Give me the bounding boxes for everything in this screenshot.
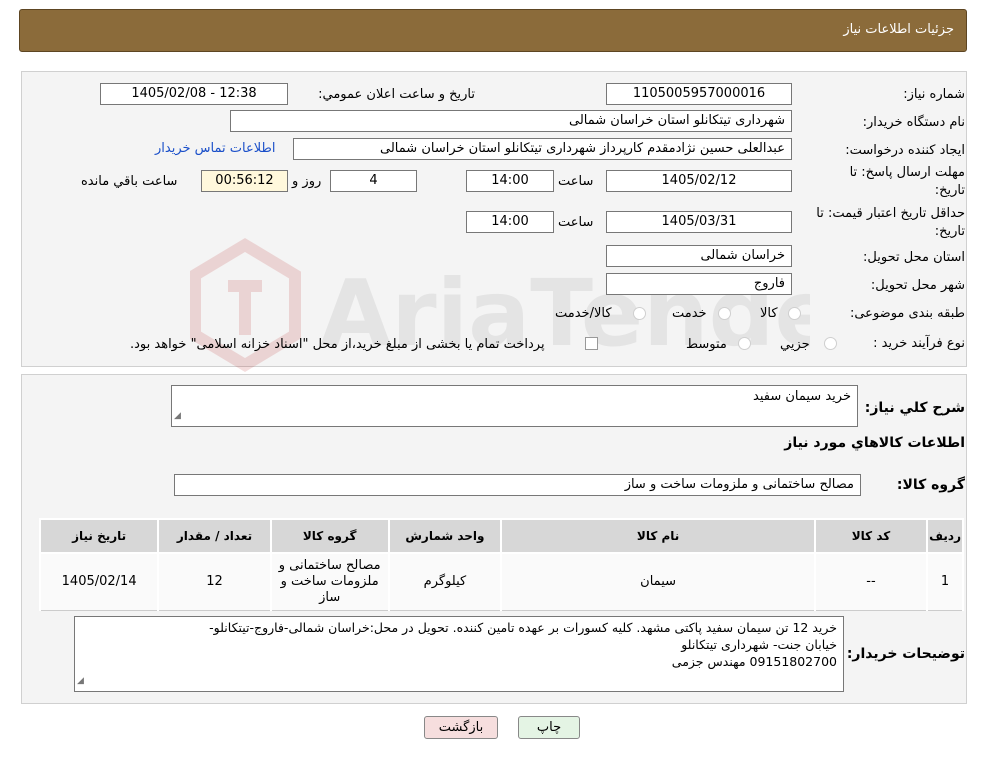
category-goods-service-label: کالا/خدمت: [555, 306, 612, 321]
page-header: جزئیات اطلاعات نیاز: [19, 9, 967, 52]
treasury-note: پرداخت تمام يا بخشی از مبلغ خريد،از محل …: [130, 337, 545, 352]
category-goods-label: کالا: [760, 306, 778, 321]
description-text: خرید سیمان سفید: [753, 389, 851, 404]
creator-label: ايجاد کننده درخواست:: [845, 143, 965, 158]
category-service-radio[interactable]: [718, 307, 731, 320]
page-title: جزئیات اطلاعات نیاز: [843, 22, 954, 37]
category-goods-radio[interactable]: [788, 307, 801, 320]
city-label: شهر محل تحويل:: [870, 278, 965, 293]
remaining-time-field: 00:56:12: [201, 170, 288, 192]
process-medium-radio[interactable]: [738, 337, 751, 350]
buyer-notes-textarea[interactable]: خرید 12 تن سیمان سفید پاکتی مشهد. کلیه ک…: [74, 616, 844, 692]
deadline-time-label: ساعت: [558, 174, 594, 189]
announce-datetime-field: 1405/02/08 - 12:38: [100, 83, 288, 105]
treasury-checkbox[interactable]: [585, 337, 598, 350]
row-name: سیمان: [500, 552, 816, 611]
process-medium-label: متوسط: [686, 337, 727, 352]
process-minor-label: جزيي: [780, 337, 810, 352]
goods-group-field: مصالح ساختمانی و ملزومات ساخت و ساز: [174, 474, 861, 496]
back-button[interactable]: بازگشت: [424, 716, 498, 739]
buyer-org-label: نام دستگاه خريدار:: [862, 115, 965, 130]
province-field: خراسان شمالی: [606, 245, 792, 267]
row-group: مصالح ساختمانی و ملزومات ساخت و ساز: [269, 552, 390, 611]
process-type-label: نوع فرآيند خريد :: [873, 336, 965, 351]
table-header-row: رديف کد کالا نام کالا واحد شمارش گروه کا…: [38, 518, 964, 554]
category-label: طبقه بندی موضوعی:: [849, 306, 965, 321]
col-code-header: کد کالا: [813, 518, 929, 554]
description-label: شرح کلي نياز:: [864, 400, 965, 416]
buyer-org-field: شهرداری تیتکانلو استان خراسان شمالی: [230, 110, 792, 132]
goods-group-label: گروه کالا:: [896, 477, 965, 493]
resize-grip-icon[interactable]: ◢: [174, 408, 181, 425]
city-field: فاروج: [606, 273, 792, 295]
remaining-time-label: ساعت باقي مانده: [81, 174, 178, 189]
need-number-field: 1105005957000016: [606, 83, 792, 105]
row-index: 1: [926, 552, 964, 611]
category-service-label: خدمت: [672, 306, 707, 321]
process-minor-radio[interactable]: [824, 337, 837, 350]
buyer-notes-label: توضيحات خريدار:: [846, 646, 965, 662]
col-date-header: تاريخ نياز: [38, 518, 160, 554]
category-goods-service-radio[interactable]: [633, 307, 646, 320]
need-number-label: شماره نیاز:: [903, 87, 965, 102]
resize-grip-icon[interactable]: ◢: [77, 673, 84, 690]
buyer-notes-line-2: خیابان جنت- شهرداری تیتکانلو: [681, 637, 837, 652]
row-qty: 12: [157, 552, 272, 611]
row-unit: کیلوگرم: [387, 552, 503, 611]
col-qty-header: تعداد / مقدار: [157, 518, 272, 554]
deadline-date-field: 1405/02/12: [606, 170, 792, 192]
row-date: 1405/02/14: [38, 552, 160, 611]
buyer-notes-line-1: خرید 12 تن سیمان سفید پاکتی مشهد. کلیه ک…: [209, 620, 837, 635]
col-name-header: نام کالا: [500, 518, 816, 554]
col-unit-header: واحد شمارش: [387, 518, 503, 554]
deadline-label: مهلت ارسال پاسخ: تا تاريخ:: [849, 165, 965, 198]
days-label: روز و: [292, 174, 322, 189]
items-table: رديف کد کالا نام کالا واحد شمارش گروه کا…: [38, 518, 964, 611]
print-button[interactable]: چاپ: [518, 716, 580, 739]
province-label: استان محل تحويل:: [863, 250, 965, 265]
announce-label: تاريخ و ساعت اعلان عمومي:: [318, 87, 475, 102]
price-validity-time-field: 14:00: [466, 211, 554, 233]
deadline-time-field: 14:00: [466, 170, 554, 192]
buyer-contact-link[interactable]: اطلاعات تماس خريدار: [155, 141, 275, 156]
price-validity-label: حداقل تاريخ اعتبار قيمت: تا تاريخ:: [816, 206, 965, 239]
table-row: 1 -- سیمان کیلوگرم مصالح ساختمانی و ملزو…: [38, 552, 964, 611]
col-group-header: گروه کالا: [269, 518, 390, 554]
buyer-notes-line-3: 09151802700 مهندس جزمی: [671, 654, 837, 669]
col-index-header: رديف: [926, 518, 964, 554]
validity-time-label: ساعت: [558, 215, 594, 230]
description-textarea[interactable]: خرید سیمان سفید ◢: [171, 385, 858, 427]
items-heading: اطلاعات کالاهاي مورد نياز: [784, 435, 965, 451]
row-code: --: [813, 552, 929, 611]
days-remaining-field: 4: [330, 170, 417, 192]
price-validity-date-field: 1405/03/31: [606, 211, 792, 233]
creator-field: عبدالعلی حسین نژادمقدم کارپرداز شهرداری …: [293, 138, 792, 160]
